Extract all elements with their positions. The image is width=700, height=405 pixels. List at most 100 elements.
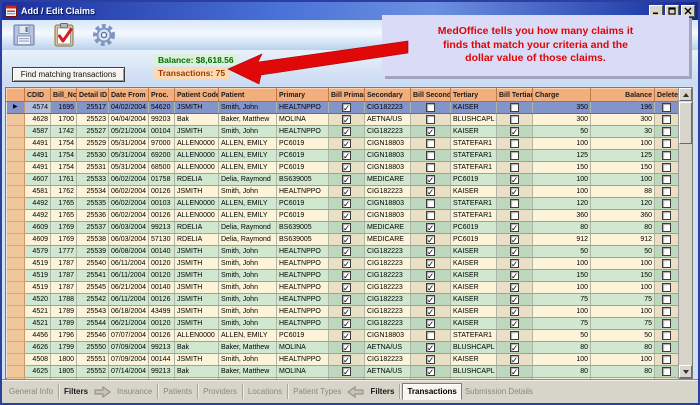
bill-tertiary-checkbox[interactable]: ✓: [510, 307, 519, 316]
column-header-bill-secondary[interactable]: Bill Secondary: [411, 89, 451, 102]
row-selector[interactable]: [7, 258, 25, 270]
table-row[interactable]: 462817002552304/04/200499203BakBaker, Ma…: [7, 114, 679, 126]
cell-secondary[interactable]: CIG182223: [365, 246, 411, 258]
cell-primary[interactable]: HEALTNPPO: [277, 354, 329, 366]
table-row[interactable]: 457917772553906/08/200400140JSMITHSmith,…: [7, 246, 679, 258]
cell-secondary[interactable]: CIG182223: [365, 282, 411, 294]
row-selector[interactable]: [7, 234, 25, 246]
cell-primary[interactable]: HEALTNPPO: [277, 246, 329, 258]
cell-tertiary[interactable]: KAISER: [451, 270, 497, 282]
bill-primary-checkbox[interactable]: ✓: [342, 319, 351, 328]
cell-date_from[interactable]: 07/07/2004: [109, 330, 149, 342]
row-selector[interactable]: [7, 282, 25, 294]
cell-detail_id[interactable]: 25523: [77, 114, 109, 126]
cell-bill_no[interactable]: 1754: [51, 138, 77, 150]
tab-filters[interactable]: Filters: [61, 385, 91, 398]
cell-tertiary[interactable]: KAISER: [451, 258, 497, 270]
bill-secondary-checkbox[interactable]: [426, 331, 435, 340]
cell-cdid[interactable]: 4587: [25, 126, 51, 138]
cell-tertiary[interactable]: STATEFAR1: [451, 210, 497, 222]
delete-checkbox[interactable]: [662, 235, 671, 244]
table-row[interactable]: 460917692553706/03/200499213RDELIADelia,…: [7, 222, 679, 234]
cell-balance[interactable]: 100: [591, 354, 655, 366]
cell-charge[interactable]: 150: [533, 162, 591, 174]
cell-proc[interactable]: 00126: [149, 330, 175, 342]
cell-charge[interactable]: 100: [533, 354, 591, 366]
cell-date_from[interactable]: 07/14/2004: [109, 366, 149, 378]
cell-bill_no[interactable]: 1765: [51, 210, 77, 222]
cell-patient[interactable]: Smith, John: [219, 294, 277, 306]
cell-patient_code[interactable]: JSMITH: [175, 102, 219, 114]
bill-tertiary-checkbox[interactable]: ✓: [510, 283, 519, 292]
cell-primary[interactable]: PC6019: [277, 162, 329, 174]
cell-patient[interactable]: Smith, John: [219, 102, 277, 114]
cell-detail_id[interactable]: 25529: [77, 138, 109, 150]
cell-proc[interactable]: 00126: [149, 294, 175, 306]
row-selector[interactable]: [7, 270, 25, 282]
cell-tertiary[interactable]: KAISER: [451, 126, 497, 138]
cell-detail_id[interactable]: 25552: [77, 366, 109, 378]
cell-patient_code[interactable]: JSMITH: [175, 186, 219, 198]
cell-cdid[interactable]: 4491: [25, 162, 51, 174]
cell-patient_code[interactable]: JSMITH: [175, 318, 219, 330]
cell-proc[interactable]: 97000: [149, 138, 175, 150]
cell-bill_no[interactable]: 1800: [51, 354, 77, 366]
cell-detail_id[interactable]: 25550: [77, 342, 109, 354]
cell-balance[interactable]: 100: [591, 138, 655, 150]
cell-tertiary[interactable]: STATEFAR1: [451, 330, 497, 342]
table-row[interactable]: 462617992555007/09/200499213BakBaker, Ma…: [7, 342, 679, 354]
cell-cdid[interactable]: 4491: [25, 150, 51, 162]
row-selector[interactable]: [7, 114, 25, 126]
tab-locations[interactable]: Locations: [245, 385, 285, 398]
bill-tertiary-checkbox[interactable]: [510, 211, 519, 220]
table-row[interactable]: 449217652553606/02/200400126ALLEN0000ALL…: [7, 210, 679, 222]
cell-proc[interactable]: 00104: [149, 126, 175, 138]
table-row[interactable]: 458717422552705/21/200400104JSMITHSmith,…: [7, 126, 679, 138]
cell-tertiary[interactable]: STATEFAR1: [451, 138, 497, 150]
delete-checkbox[interactable]: [662, 175, 671, 184]
column-header-patient[interactable]: Patient: [219, 89, 277, 102]
table-row[interactable]: 449117542553105/31/200468500ALLEN0000ALL…: [7, 162, 679, 174]
cell-bill_no[interactable]: 1769: [51, 222, 77, 234]
cell-patient_code[interactable]: JSMITH: [175, 258, 219, 270]
cell-charge[interactable]: 50: [533, 126, 591, 138]
cell-detail_id[interactable]: 25536: [77, 210, 109, 222]
table-row[interactable]: ▶457416952551704/02/200454620JSMITHSmith…: [7, 102, 679, 114]
cell-balance[interactable]: 75: [591, 318, 655, 330]
cell-tertiary[interactable]: BLUSHCAPL: [451, 114, 497, 126]
cell-patient_code[interactable]: JSMITH: [175, 306, 219, 318]
delete-checkbox[interactable]: [662, 127, 671, 136]
cell-charge[interactable]: 912: [533, 234, 591, 246]
cell-cdid[interactable]: 4519: [25, 270, 51, 282]
cell-patient[interactable]: ALLEN, EMILY: [219, 138, 277, 150]
delete-checkbox[interactable]: [662, 199, 671, 208]
cell-primary[interactable]: MOLINA: [277, 366, 329, 378]
cell-patient[interactable]: Delia, Raymond: [219, 174, 277, 186]
cell-tertiary[interactable]: KAISER: [451, 102, 497, 114]
row-selector[interactable]: [7, 162, 25, 174]
column-header-balance[interactable]: Balance: [591, 89, 655, 102]
cell-primary[interactable]: PC6019: [277, 198, 329, 210]
cell-balance[interactable]: 100: [591, 258, 655, 270]
cell-tertiary[interactable]: STATEFAR1: [451, 198, 497, 210]
row-selector[interactable]: [7, 210, 25, 222]
cell-balance[interactable]: 912: [591, 234, 655, 246]
cell-date_from[interactable]: 05/31/2004: [109, 162, 149, 174]
bill-primary-checkbox[interactable]: ✓: [342, 139, 351, 148]
cell-secondary[interactable]: CIGN18803: [365, 330, 411, 342]
cell-date_from[interactable]: 06/11/2004: [109, 270, 149, 282]
cell-patient_code[interactable]: JSMITH: [175, 126, 219, 138]
bill-secondary-checkbox[interactable]: ✓: [426, 271, 435, 280]
cell-tertiary[interactable]: PC6019: [451, 174, 497, 186]
cell-detail_id[interactable]: 25545: [77, 282, 109, 294]
cell-proc[interactable]: 00126: [149, 210, 175, 222]
cell-patient_code[interactable]: JSMITH: [175, 354, 219, 366]
cell-secondary[interactable]: AETNA/US: [365, 366, 411, 378]
table-row[interactable]: 460717612553306/02/200401758RDELIADelia,…: [7, 174, 679, 186]
cell-proc[interactable]: 01758: [149, 174, 175, 186]
cell-bill_no[interactable]: 1700: [51, 114, 77, 126]
cell-secondary[interactable]: MEDICARE: [365, 174, 411, 186]
bill-secondary-checkbox[interactable]: ✓: [426, 187, 435, 196]
cell-patient[interactable]: ALLEN, EMILY: [219, 150, 277, 162]
cell-detail_id[interactable]: 25534: [77, 186, 109, 198]
